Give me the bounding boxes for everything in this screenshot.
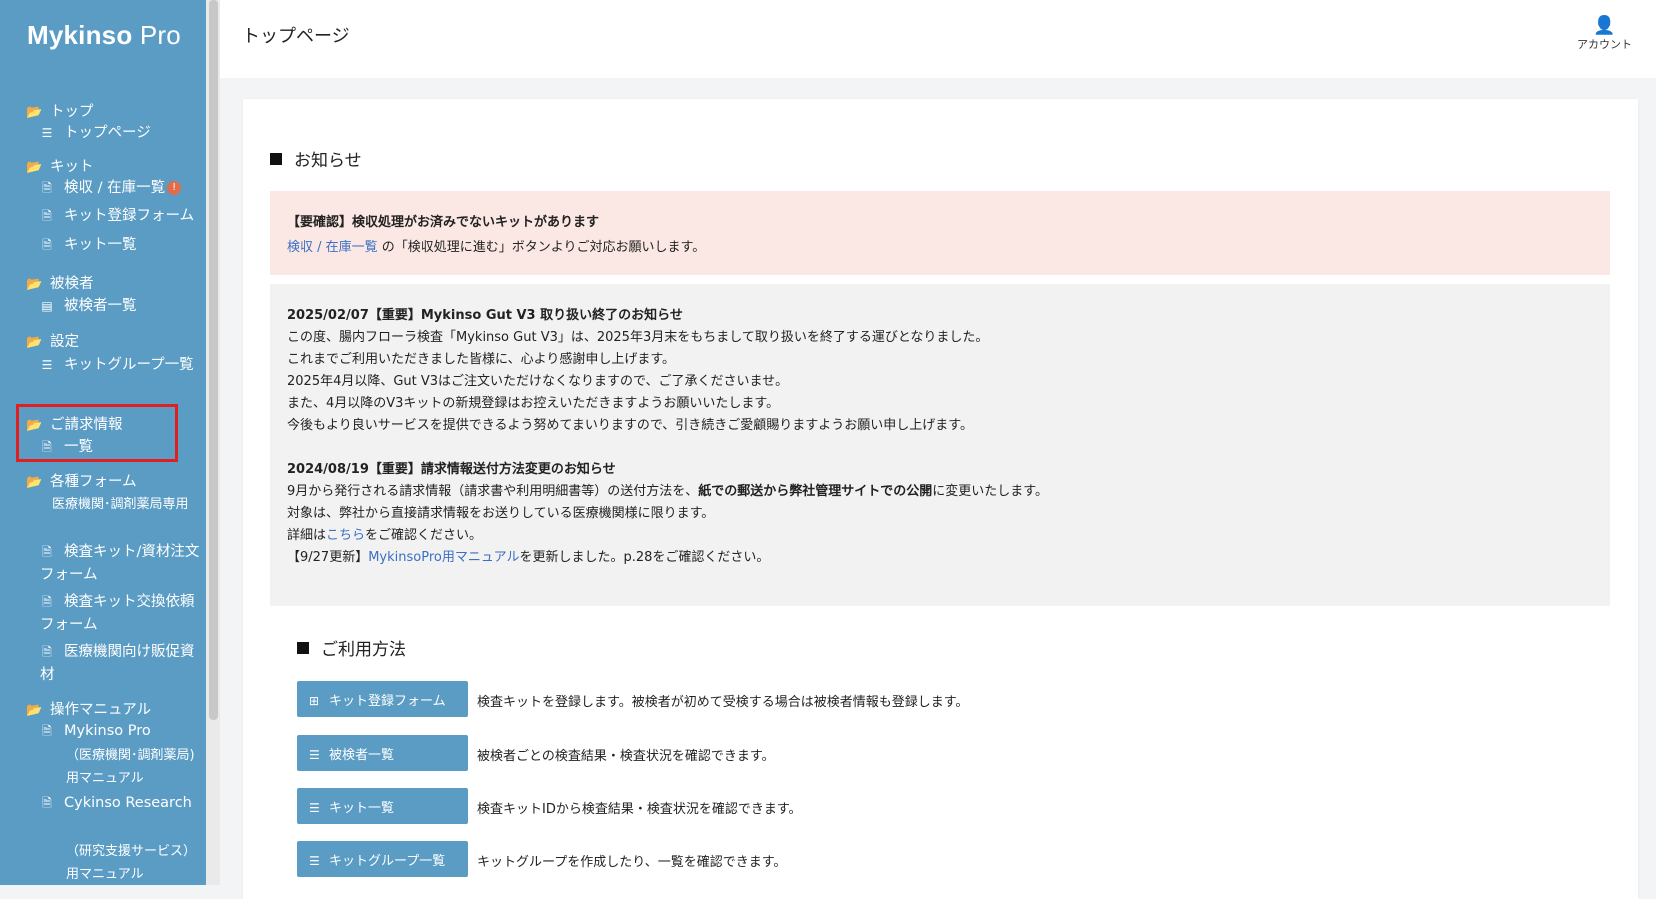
sidebar-item-top-page[interactable]: ☰ トップページ: [40, 122, 200, 145]
usage-desc: 被検者ごとの検査結果・検査状況を確認できます。: [477, 749, 775, 764]
sidebar-subheading-medical: 医療機関･調剤薬局専用: [52, 497, 189, 512]
news-title-1: 2025/02/07【重要】Mykinso Gut V3 取り扱い終了のお知らせ: [287, 308, 683, 323]
alert-badge: !: [167, 181, 182, 195]
sidebar-section-top[interactable]: 📂 トップ: [26, 100, 94, 121]
page-title: トップページ: [242, 26, 350, 47]
sidebar-section-forms[interactable]: 📂 各種フォーム: [26, 470, 137, 491]
news-1-line: 2025年4月以降、Gut V3はご注文いただけなくなりますので、ご了承ください…: [287, 374, 789, 389]
account-label: アカウント: [1577, 38, 1632, 51]
news-1-line: また、4月以降のV3キットの新規登録はお控えいただきますようお願いいたします。: [287, 396, 780, 411]
usage-desc: 検査キットIDから検査結果・検査状況を確認できます。: [477, 802, 802, 817]
alert-text: 検収 / 在庫一覧 の「検収処理に進む」ボタンよりご対応お願いします。: [287, 240, 706, 255]
manual-link[interactable]: MykinsoPro用マニュアル: [368, 550, 519, 565]
usage-desc: 検査キットを登録します。被検者が初めて受検する場合は被検者情報も登録します。: [477, 695, 969, 710]
folder-open-icon: 📂: [26, 160, 43, 175]
sidebar-item-mykinso-manual[interactable]: 🗎 Mykinso Pro: [40, 720, 200, 743]
kit-register-button[interactable]: ⊞ キット登録フォーム: [297, 681, 468, 717]
sidebar-section-subjects[interactable]: 📂 被検者: [26, 272, 94, 293]
main-card: お知らせ 【要確認】検収処理がお済みでないキットがあります 検収 / 在庫一覧 …: [243, 99, 1638, 899]
news-2-line: 詳細はこちらをご確認ください。: [287, 528, 483, 543]
kit-group-list-button[interactable]: ☰ キットグループ一覧: [297, 841, 468, 877]
file-icon: 🗎: [42, 645, 52, 659]
top-header: トップページ 👤 アカウント: [220, 0, 1656, 78]
file-icon: 🗎: [42, 796, 52, 810]
sidebar-item-kit-register[interactable]: 🗎 キット登録フォーム: [40, 205, 200, 228]
brand-logo[interactable]: Mykinso Pro: [27, 20, 181, 51]
news-1-line: 今後もより良いサービスを提供できるよう努めてまいりますので、引き続きご愛顧賜りま…: [287, 418, 974, 433]
list-icon: ☰: [309, 800, 320, 815]
sidebar-item-cykinso-manual[interactable]: 🗎 Cykinso Research: [40, 792, 200, 815]
list-icon: ☰: [41, 358, 53, 372]
folder-open-icon: 📂: [26, 703, 43, 718]
sidebar-item-promo-materials[interactable]: 🗎 医療機関向け販促資材: [40, 641, 200, 687]
list-icon: ☰: [41, 126, 53, 140]
file-icon: 🗎: [42, 724, 52, 738]
file-icon: 🗎: [42, 181, 52, 195]
sidebar-item-mykinso-manual-sub[interactable]: （医療機関･調剤薬局)用マニュアル: [66, 744, 196, 790]
subject-list-button[interactable]: ☰ 被検者一覧: [297, 735, 468, 771]
news-box: 2025/02/07【重要】Mykinso Gut V3 取り扱い終了のお知らせ…: [270, 284, 1610, 606]
sidebar-section-manuals[interactable]: 📂 操作マニュアル: [26, 698, 151, 719]
news-1-line: この度、腸内フローラ検査「Mykinso Gut V3」は、2025年3月末をも…: [287, 330, 989, 345]
plus-file-icon: ⊞: [309, 693, 320, 708]
folder-open-icon: 📂: [26, 105, 43, 120]
file-icon: 🗎: [42, 595, 52, 609]
alert-box: 【要確認】検収処理がお済みでないキットがあります 検収 / 在庫一覧 の「検収処…: [270, 191, 1610, 275]
file-icon: 🗎: [42, 238, 52, 252]
sidebar-item-inspection-inventory[interactable]: 🗎 検収 / 在庫一覧!: [40, 177, 200, 200]
file-icon: 🗎: [42, 545, 52, 559]
sidebar-item-kit-group-list[interactable]: ☰ キットグループ一覧: [40, 354, 200, 377]
details-link[interactable]: こちら: [326, 528, 365, 543]
sidebar-item-cykinso-manual-sub[interactable]: （研究支援サービス）用マニュアル: [66, 840, 202, 885]
list-icon: ☰: [309, 853, 320, 868]
sidebar-item-subject-list[interactable]: ▤ 被検者一覧: [40, 295, 200, 318]
sidebar-scrollbar[interactable]: [209, 0, 218, 720]
sidebar: Mykinso Pro 📂 トップ ☰ トップページ 📂 キット 🗎 検収 / 在庫一覧…: [0, 0, 206, 885]
notices-heading: お知らせ: [270, 146, 362, 171]
usage-desc: キットグループを作成したり、一覧を確認できます。: [477, 855, 787, 870]
folder-open-icon: 📂: [26, 277, 43, 292]
id-card-icon: ▤: [41, 299, 53, 313]
sidebar-item-exchange-form[interactable]: 🗎 検査キット交換依頼フォーム: [40, 591, 200, 637]
highlight-box: [16, 404, 178, 462]
list-icon: ☰: [309, 747, 320, 762]
square-bullet-icon: [297, 642, 309, 654]
file-plus-icon: 🗎: [42, 209, 52, 223]
usage-heading: ご利用方法: [297, 635, 406, 660]
alert-title: 【要確認】検収処理がお済みでないキットがあります: [287, 215, 600, 230]
news-1-line: これまでご利用いただきました皆様に、心より感謝申し上げます。: [287, 352, 676, 367]
user-icon: 👤: [1593, 15, 1616, 36]
folder-open-icon: 📂: [26, 335, 43, 350]
news-2-line: 9月から発行される請求情報（請求書や利用明細書等）の送付方法を、紙での郵送から弊…: [287, 484, 1048, 499]
sidebar-section-kit[interactable]: 📂 キット: [26, 155, 94, 176]
news-title-2: 2024/08/19【重要】請求情報送付方法変更のお知らせ: [287, 462, 616, 477]
folder-open-icon: 📂: [26, 475, 43, 490]
account-button[interactable]: 👤 アカウント: [1577, 16, 1632, 52]
news-2-line: 対象は、弊社から直接請求情報をお送りしている医療機関様に限ります。: [287, 506, 715, 521]
inspection-inventory-link[interactable]: 検収 / 在庫一覧: [287, 240, 378, 255]
news-2-line: 【9/27更新】MykinsoPro用マニュアルを更新しました。p.28をご確認…: [287, 550, 770, 565]
kit-list-button[interactable]: ☰ キット一覧: [297, 788, 468, 824]
sidebar-item-kit-list[interactable]: 🗎 キット一覧: [40, 234, 200, 257]
sidebar-section-settings[interactable]: 📂 設定: [26, 330, 79, 351]
square-bullet-icon: [270, 153, 282, 165]
sidebar-item-order-form[interactable]: 🗎 検査キット/資材注文フォーム: [40, 541, 200, 587]
